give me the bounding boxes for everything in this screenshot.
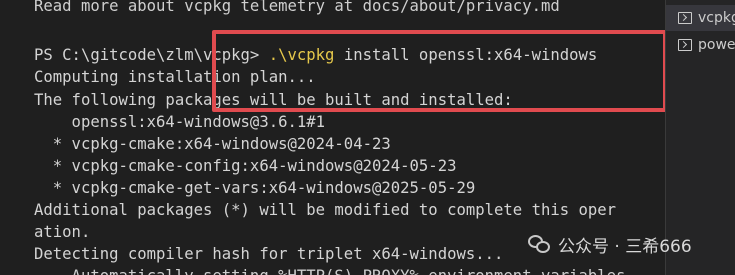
- terminal-line: Automatically setting %HTTP(S)_PROXY% en…: [34, 265, 626, 275]
- terminal-tab-powershell[interactable]: powe: [666, 32, 735, 58]
- watermark-text: 公众号 · 三希666: [558, 236, 692, 257]
- watermark: 公众号 · 三希666: [528, 231, 692, 257]
- terminal-icon: [678, 12, 692, 24]
- terminal-line: ation.: [34, 223, 91, 241]
- highlight-annotation-box: [212, 30, 665, 112]
- terminal-line: Detecting compiler hash for triplet x64-…: [34, 245, 504, 263]
- terminal-line: Read more about vcpkg telemetry at docs/…: [34, 0, 560, 15]
- terminal-line: * vcpkg-cmake-get-vars:x64-windows@2025-…: [34, 179, 476, 197]
- wechat-icon: [528, 233, 550, 255]
- terminal-line: * vcpkg-cmake-config:x64-windows@2024-05…: [34, 157, 457, 175]
- terminal-tab-label: vcpkg: [698, 10, 735, 26]
- terminal-tab-label: powe: [698, 37, 735, 53]
- terminal-icon: [678, 39, 692, 51]
- terminal-line: Additional packages (*) will be modified…: [34, 201, 617, 219]
- terminal-line: openssl:x64-windows@3.6.1#1: [34, 113, 326, 131]
- terminal-line: * vcpkg-cmake:x64-windows@2024-04-23: [34, 135, 391, 153]
- terminal-tab-vcpkg[interactable]: vcpkg: [666, 5, 735, 31]
- terminal-app: Read more about vcpkg telemetry at docs/…: [0, 0, 735, 275]
